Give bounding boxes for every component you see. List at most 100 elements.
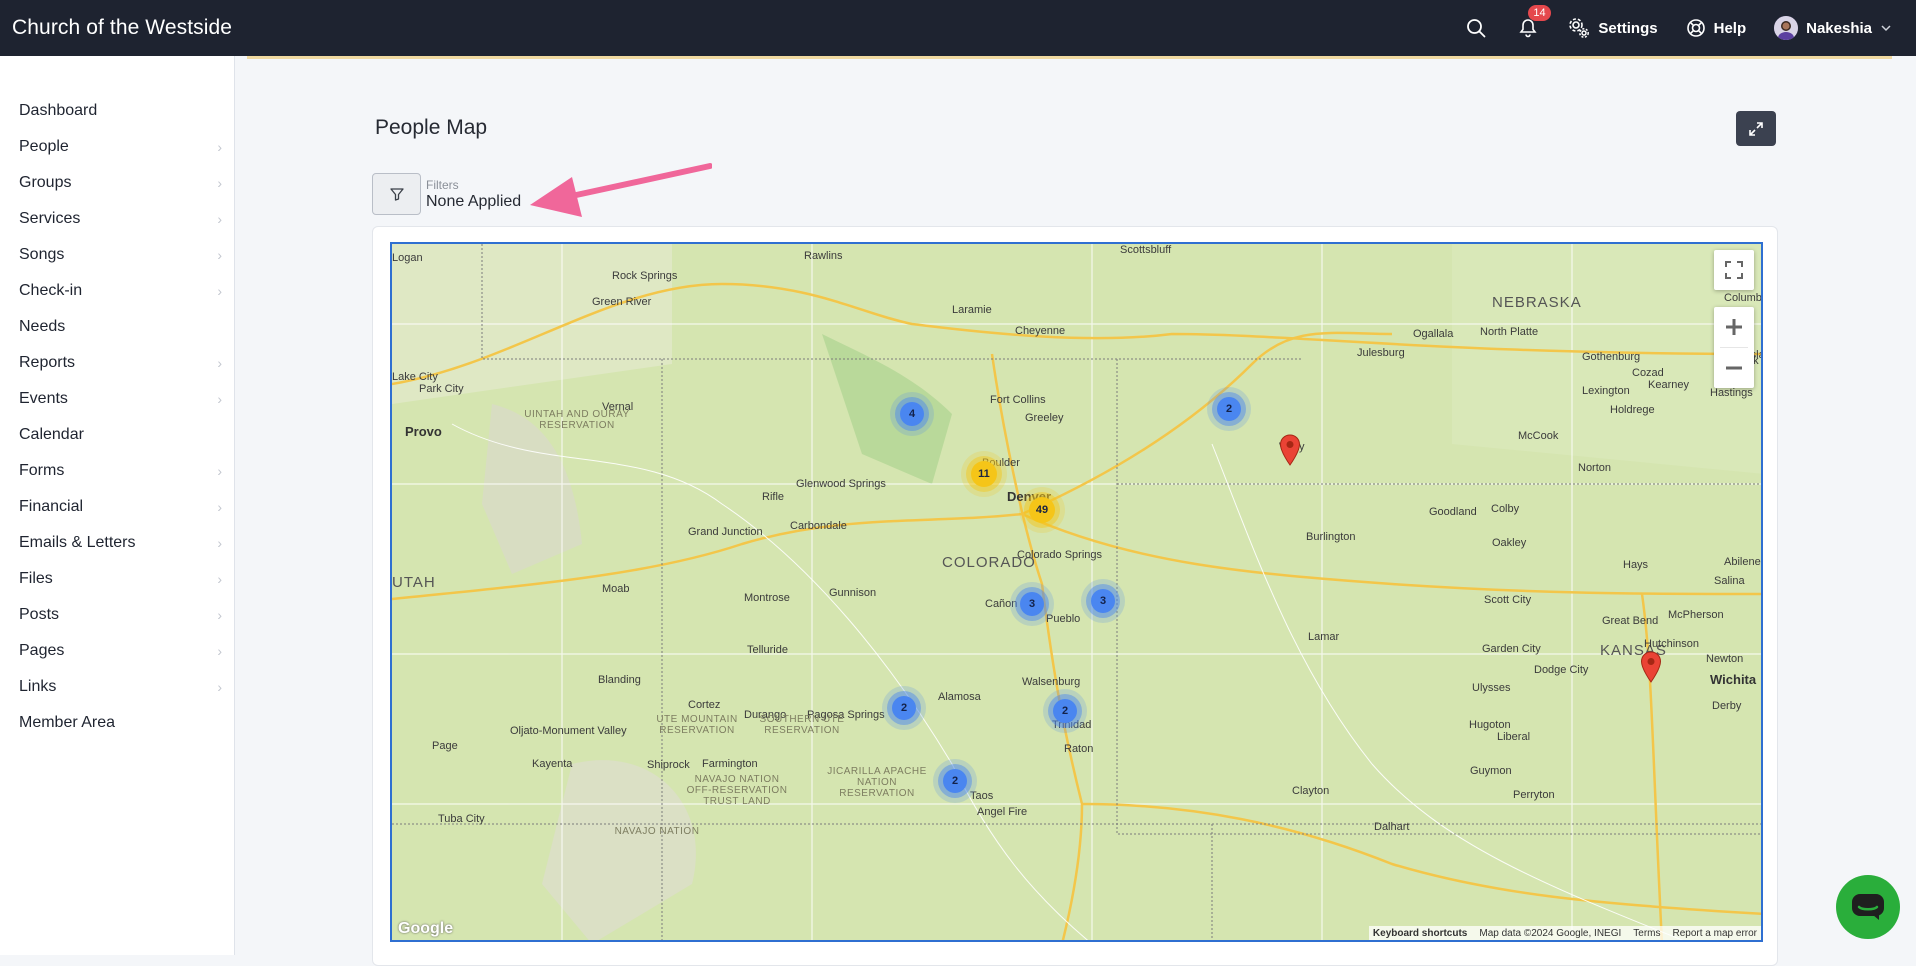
google-logo[interactable]: Google (398, 920, 453, 938)
sidebar-item-label: Files (19, 570, 53, 587)
map-label-derby: Derby (1712, 700, 1742, 712)
map-label-fort-collins: Fort Collins (990, 394, 1046, 406)
search-icon[interactable] (1464, 16, 1488, 40)
chat-support-button[interactable] (1836, 875, 1900, 939)
map-label-montrose: Montrose (744, 592, 790, 604)
map-label-cozad: Cozad (1632, 367, 1664, 379)
map-cluster-marker[interactable]: 49 (1029, 497, 1055, 523)
sidebar-item-links[interactable]: Links › (0, 669, 234, 705)
map-cluster-marker[interactable]: 4 (900, 402, 924, 426)
map-label-nebraska: NEBRASKA (1492, 294, 1582, 311)
map-label-uintah-res: UINTAH AND OURAY RESERVATION (524, 409, 630, 431)
filter-button[interactable] (372, 173, 421, 215)
map-label-walsenburg: Walsenburg (1022, 676, 1081, 688)
map-label-tuba-city: Tuba City (438, 813, 485, 825)
filters-label: Filters (426, 178, 459, 192)
chevron-right-icon: › (217, 175, 222, 191)
help-label: Help (1713, 19, 1747, 37)
map-label-oakley: Oakley (1492, 537, 1527, 549)
avatar (1774, 16, 1799, 40)
map-cluster-marker[interactable]: 2 (1217, 397, 1241, 421)
map-cluster-marker[interactable]: 11 (971, 461, 997, 487)
keyboard-shortcuts-link[interactable]: Keyboard shortcuts (1373, 928, 1467, 939)
map-label-newton: Newton (1706, 653, 1744, 665)
map-label-southern-ute-res: SOUTHERN UTE RESERVATION (759, 714, 845, 736)
minus-icon (1726, 366, 1742, 370)
report-error-link[interactable]: Report a map error (1673, 928, 1757, 939)
sidebar-item-label: Forms (19, 462, 65, 479)
sidebar-item-dashboard[interactable]: Dashboard (0, 93, 234, 129)
map-pin-marker[interactable] (1640, 651, 1662, 683)
expand-arrows-icon (1749, 121, 1763, 136)
sidebar-item-label: Posts (19, 606, 60, 623)
notification-count-badge: 14 (1528, 5, 1551, 21)
zoom-out-button[interactable] (1714, 348, 1754, 388)
map-label-colorado-springs: Colorado Springs (1017, 549, 1102, 561)
sidebar-item-forms[interactable]: Forms › (0, 453, 234, 489)
sidebar-item-files[interactable]: Files › (0, 561, 234, 597)
sidebar-item-label: Events (19, 390, 68, 407)
map-label-rifle: Rifle (762, 491, 785, 503)
map-fullscreen-button[interactable] (1714, 250, 1754, 290)
user-menu[interactable]: Nakeshia (1774, 16, 1892, 40)
map-pin-marker[interactable] (1279, 434, 1301, 466)
map-label-colby: Colby (1491, 503, 1520, 515)
help-button[interactable]: Help (1686, 18, 1747, 38)
map-label-kayenta: Kayenta (532, 758, 573, 770)
settings-button[interactable]: Settings (1568, 17, 1658, 39)
map-cluster-marker[interactable]: 2 (1053, 699, 1077, 723)
sidebar-item-reports[interactable]: Reports › (0, 345, 234, 381)
expand-fullscreen-button[interactable] (1736, 111, 1776, 146)
zoom-in-button[interactable] (1714, 307, 1754, 347)
map-cluster-marker[interactable]: 3 (1091, 589, 1115, 613)
map-label-navajo-trust: NAVAJO NATION OFF-RESERVATION TRUST LAND (686, 774, 788, 807)
map-label-hastings: Hastings (1710, 387, 1753, 399)
annotation-arrow (530, 163, 712, 217)
sidebar-item-label: Needs (19, 318, 66, 335)
terms-link[interactable]: Terms (1633, 928, 1660, 939)
map-label-scottsbluff: Scottsbluff (1120, 244, 1172, 256)
sidebar-item-pages[interactable]: Pages › (0, 633, 234, 669)
user-name: Nakeshia (1806, 19, 1872, 37)
map-label-greeley: Greeley (1025, 412, 1064, 424)
top-navigation-bar: Church of the Westside 14 Settings Help … (0, 0, 1916, 56)
map-label-norton: Norton (1578, 462, 1612, 474)
map-label-abilene: Abilene (1724, 556, 1761, 568)
map-label-rock-springs: Rock Springs (612, 270, 678, 282)
sidebar-item-events[interactable]: Events › (0, 381, 234, 417)
sidebar-item-posts[interactable]: Posts › (0, 597, 234, 633)
map-label-gunnison: Gunnison (829, 587, 877, 599)
sidebar-item-check-in[interactable]: Check-in › (0, 273, 234, 309)
sidebar-item-financial[interactable]: Financial › (0, 489, 234, 525)
sidebar-item-label: Check-in (19, 282, 83, 299)
chevron-right-icon: › (217, 247, 222, 263)
map-label-raton: Raton (1064, 743, 1094, 755)
sidebar-item-people[interactable]: People › (0, 129, 234, 165)
main-content: People Map Filters None Applied NEBRASKA… (236, 59, 1916, 966)
notifications-bell-icon[interactable]: 14 (1516, 5, 1551, 40)
sidebar-item-label: People (19, 138, 69, 155)
sidebar-item-needs[interactable]: Needs (0, 309, 234, 345)
map-label-utah: UTAH (392, 574, 436, 591)
map-cluster-marker[interactable]: 3 (1020, 592, 1044, 616)
chevron-right-icon: › (217, 571, 222, 587)
map-label-ogallala: Ogallala (1413, 328, 1454, 340)
map-cluster-marker[interactable]: 2 (943, 769, 967, 793)
sidebar-item-member-area[interactable]: Member Area (0, 705, 234, 741)
sidebar-item-groups[interactable]: Groups › (0, 165, 234, 201)
sidebar-item-services[interactable]: Services › (0, 201, 234, 237)
map-label-clayton: Clayton (1292, 785, 1330, 797)
map-label-farmington: Farmington (702, 758, 758, 770)
people-map[interactable]: NEBRASKA COLORADO UTAH KANSAS Denver Boulder F… (390, 242, 1763, 942)
map-label-columbus: Columbus (1724, 292, 1762, 304)
map-label-burlington: Burlington (1306, 531, 1356, 543)
sidebar-item-emails-letters[interactable]: Emails & Letters › (0, 525, 234, 561)
map-label-lamar: Lamar (1308, 631, 1340, 643)
app-title[interactable]: Church of the Westside (12, 16, 232, 40)
sidebar-item-calendar[interactable]: Calendar (0, 417, 234, 453)
chevron-right-icon: › (217, 463, 222, 479)
sidebar-item-songs[interactable]: Songs › (0, 237, 234, 273)
filters-value[interactable]: None Applied (426, 193, 521, 211)
map-cluster-marker[interactable]: 2 (892, 696, 916, 720)
map-label-wichita: Wichita (1710, 672, 1757, 687)
